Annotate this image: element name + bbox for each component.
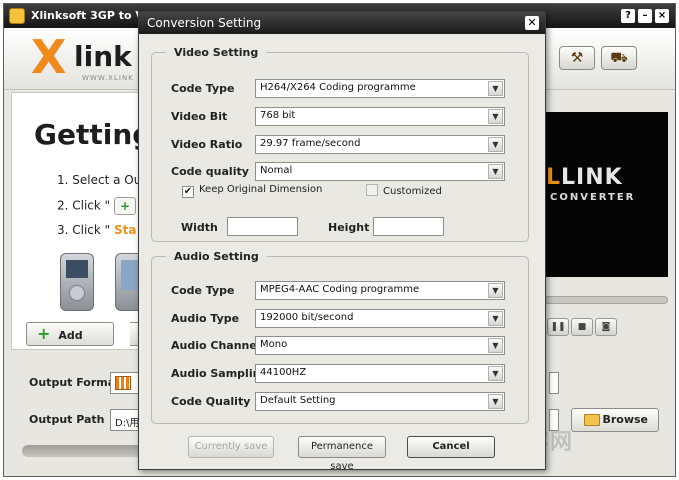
step-2: 2. Click " + xyxy=(57,197,137,215)
video-code-type-label: Code Type xyxy=(171,82,235,95)
add-button[interactable]: + Add xyxy=(26,322,114,346)
tools-button[interactable]: ⚒ xyxy=(559,46,595,70)
keep-original-checkbox[interactable]: ✔ xyxy=(182,186,194,198)
audio-quality-label: Code Quality xyxy=(171,395,251,408)
chevron-down-icon[interactable]: ▼ xyxy=(488,164,503,179)
chevron-down-icon[interactable]: ▼ xyxy=(488,394,503,409)
audio-sampling-label: Audio Sampling xyxy=(171,367,269,380)
app-title: Xlinksoft 3GP to Vid xyxy=(31,9,156,22)
keep-original-label: Keep Original Dimension xyxy=(199,184,323,195)
brand-converter: CONVERTER xyxy=(550,192,636,203)
stop-icon: ■ xyxy=(577,322,587,332)
video-ratio-select[interactable]: 29.97 frame/second ▼ xyxy=(255,135,505,154)
output-format-right-edge xyxy=(549,372,559,394)
camera-icon: ◙ xyxy=(601,322,611,332)
ipod-device-icon xyxy=(60,253,94,311)
output-path-label: Output Path xyxy=(29,413,105,426)
audio-quality-select[interactable]: Default Setting ▼ xyxy=(255,392,505,411)
video-bit-label: Video Bit xyxy=(171,110,228,123)
dialog-title: Conversion Setting xyxy=(147,16,262,30)
preview-progress-track[interactable] xyxy=(544,296,668,304)
audio-code-type-label: Code Type xyxy=(171,284,235,297)
video-setting-legend: Video Setting xyxy=(174,46,259,59)
audio-quality-row: Code Quality Default Setting ▼ xyxy=(171,392,526,412)
video-quality-row: Code quality Nomal ▼ xyxy=(171,162,526,182)
video-setting-group: Video Setting Code Type H264/X264 Coding… xyxy=(151,46,529,242)
browse-button[interactable]: Browse xyxy=(571,408,659,432)
audio-setting-legend: Audio Setting xyxy=(174,250,259,263)
step-1: 1. Select a Out xyxy=(57,173,147,187)
folder-icon xyxy=(584,414,600,426)
preview-panel: LLINK CONVERTER xyxy=(544,112,668,277)
audio-sampling-row: Audio Sampling 44100HZ ▼ xyxy=(171,364,526,384)
height-input[interactable] xyxy=(373,217,444,236)
currently-save-button[interactable]: Currently save xyxy=(188,436,274,458)
height-label: Height xyxy=(328,221,370,234)
chevron-down-icon[interactable]: ▼ xyxy=(488,109,503,124)
chevron-down-icon[interactable]: ▼ xyxy=(488,283,503,298)
cart-button[interactable]: ⛟ xyxy=(601,46,637,70)
audio-code-type-select[interactable]: MPEG4-AAC Coding programme ▼ xyxy=(255,281,505,300)
cart-icon: ⛟ xyxy=(610,50,628,66)
logo-subtext: WWW.XLINK xyxy=(82,74,134,82)
customized-checkbox[interactable] xyxy=(366,184,378,196)
app-logo-icon xyxy=(9,8,25,24)
close-icon[interactable]: × xyxy=(655,9,669,23)
customized-label: Customized xyxy=(383,186,442,197)
step-start-label: Sta xyxy=(114,223,137,237)
dialog-titlebar: Conversion Setting ✕ xyxy=(139,12,545,34)
chevron-down-icon[interactable]: ▼ xyxy=(488,338,503,353)
step-3: 3. Click " Sta xyxy=(57,223,137,237)
video-code-type-row: Code Type H264/X264 Coding programme ▼ xyxy=(171,79,526,99)
audio-channel-label: Audio Channel xyxy=(171,339,261,352)
chevron-down-icon[interactable]: ▼ xyxy=(488,81,503,96)
audio-type-select[interactable]: 192000 bit/second ▼ xyxy=(255,309,505,328)
chevron-down-icon[interactable]: ▼ xyxy=(488,311,503,326)
getting-started-title: Getting xyxy=(34,118,153,151)
dialog-close-icon[interactable]: ✕ xyxy=(525,16,539,30)
logo-text: link xyxy=(74,40,132,73)
audio-sampling-select[interactable]: 44100HZ ▼ xyxy=(255,364,505,383)
width-input[interactable] xyxy=(227,217,298,236)
video-bit-row: Video Bit 768 bit ▼ xyxy=(171,107,526,127)
add-plus-icon: + xyxy=(37,324,51,343)
audio-setting-group: Audio Setting Code Type MPEG4-AAC Coding… xyxy=(151,250,529,424)
output-format-label: Output Format xyxy=(29,376,121,389)
snapshot-button[interactable]: ◙ xyxy=(595,318,617,336)
video-quality-label: Code quality xyxy=(171,165,249,178)
audio-type-row: Audio Type 192000 bit/second ▼ xyxy=(171,309,526,329)
stop-button[interactable]: ■ xyxy=(571,318,593,336)
brand-link: LLINK xyxy=(546,165,623,190)
minimize-icon[interactable]: – xyxy=(638,9,652,23)
audio-type-label: Audio Type xyxy=(171,312,240,325)
audio-channel-select[interactable]: Mono ▼ xyxy=(255,336,505,355)
video-code-type-select[interactable]: H264/X264 Coding programme ▼ xyxy=(255,79,505,98)
video-bit-select[interactable]: 768 bit ▼ xyxy=(255,107,505,126)
video-ratio-row: Video Ratio 29.97 frame/second ▼ xyxy=(171,135,526,155)
video-quality-select[interactable]: Nomal ▼ xyxy=(255,162,505,181)
bottom-progress-bar xyxy=(22,445,142,457)
help-icon[interactable]: ? xyxy=(621,9,635,23)
width-label: Width xyxy=(181,221,218,234)
pause-icon: ❚❚ xyxy=(550,322,566,332)
audio-channel-row: Audio Channel Mono ▼ xyxy=(171,336,526,356)
film-icon xyxy=(115,376,131,390)
pause-button[interactable]: ❚❚ xyxy=(547,318,569,336)
customized-option[interactable]: Customized xyxy=(366,184,442,197)
permanence-save-button[interactable]: Permanence save xyxy=(298,436,386,472)
cancel-button[interactable]: Cancel xyxy=(407,436,495,458)
chevron-down-icon[interactable]: ▼ xyxy=(488,137,503,152)
chevron-down-icon[interactable]: ▼ xyxy=(488,366,503,381)
logo-x-icon: X xyxy=(31,30,67,84)
keep-original-dimension-option[interactable]: ✔ Keep Original Dimension xyxy=(182,184,322,198)
tools-icon: ⚒ xyxy=(570,50,584,66)
conversion-setting-dialog: Conversion Setting ✕ Video Setting Code … xyxy=(138,11,546,472)
audio-code-type-row: Code Type MPEG4-AAC Coding programme ▼ xyxy=(171,281,526,301)
video-ratio-label: Video Ratio xyxy=(171,138,243,151)
step-add-icon: + xyxy=(114,197,137,215)
